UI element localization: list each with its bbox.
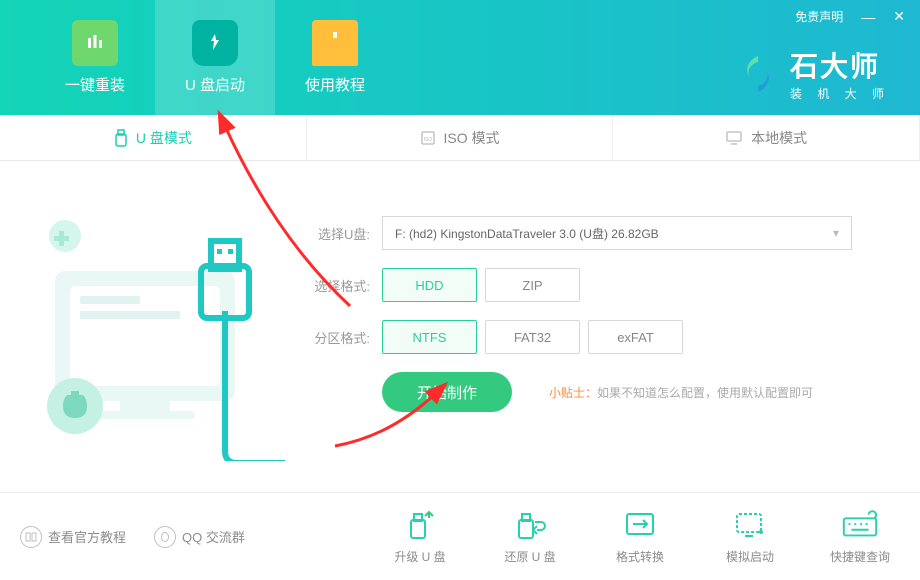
upgrade-usb-icon [400,508,440,542]
action-simulate-boot[interactable]: 模拟启动 [710,508,790,565]
disclaimer-link[interactable]: 免责声明 [795,8,843,25]
partition-option-exfat[interactable]: exFAT [588,320,683,354]
tab-tutorial-label: 使用教程 [305,74,365,95]
official-tutorial-link[interactable]: 查看官方教程 [20,526,126,548]
partition-option-fat32[interactable]: FAT32 [485,320,580,354]
reinstall-icon [72,20,118,66]
action-format-convert[interactable]: 格式转换 [600,508,680,565]
tutorial-icon [312,20,358,66]
brand-subtitle: 装 机 大 师 [790,85,890,102]
format-convert-icon [620,508,660,542]
usb-illustration [25,211,285,451]
book-icon [20,526,42,548]
svg-text:ISO: ISO [423,137,432,143]
minimize-button[interactable]: — [861,9,875,25]
partition-option-ntfs[interactable]: NTFS [382,320,477,354]
iso-mode-icon: ISO [420,130,436,146]
usb-boot-icon [192,20,238,66]
tab-tutorial[interactable]: 使用教程 [275,0,395,115]
keyboard-icon [840,508,880,542]
tab-usb-boot[interactable]: U 盘启动 [155,0,275,115]
format-option-zip[interactable]: ZIP [485,268,580,302]
tab-reinstall[interactable]: 一键重装 [35,0,155,115]
brand-title: 石大师 [790,45,890,85]
qq-group-link[interactable]: QQ 交流群 [154,526,245,548]
tip-label: 小贴士： [549,386,597,400]
close-button[interactable]: ✕ [893,8,905,25]
app-header: 免责声明 — ✕ 一键重装 U 盘启动 使用教程 [0,0,920,115]
action-restore-usb[interactable]: 还原 U 盘 [490,508,570,565]
action-upgrade-usb[interactable]: 升级 U 盘 [380,508,460,565]
select-usb-label: 选择U盘: [310,224,370,243]
brand-logo: 石大师 装 机 大 师 [736,45,890,102]
select-format-label: 选择格式: [310,276,370,295]
chevron-down-icon: ▾ [833,226,839,240]
start-button[interactable]: 开始制作 [382,372,512,412]
usb-select-value: F: (hd2) KingstonDataTraveler 3.0 (U盘) 2… [395,225,659,242]
brand-icon [736,52,780,96]
restore-usb-icon [510,508,550,542]
usb-mode-icon [114,129,128,147]
mode-tab-iso[interactable]: ISO ISO 模式 [307,115,614,160]
qq-icon [154,526,176,548]
tab-reinstall-label: 一键重装 [65,74,125,95]
mode-tab-iso-label: ISO 模式 [444,128,500,148]
simulate-boot-icon [730,508,770,542]
action-shortcuts[interactable]: 快捷键查询 [820,508,900,565]
partition-format-label: 分区格式: [310,328,370,347]
local-mode-icon [725,131,743,145]
mode-tab-usb-label: U 盘模式 [136,128,192,148]
mode-tab-local-label: 本地模式 [751,128,807,148]
mode-tab-local[interactable]: 本地模式 [613,115,920,160]
mode-tab-usb[interactable]: U 盘模式 [0,115,307,160]
usb-select[interactable]: F: (hd2) KingstonDataTraveler 3.0 (U盘) 2… [382,216,852,250]
format-option-hdd[interactable]: HDD [382,268,477,302]
tip-text: 小贴士：如果不知道怎么配置，使用默认配置即可 [549,384,813,401]
tab-usb-boot-label: U 盘启动 [185,74,245,95]
